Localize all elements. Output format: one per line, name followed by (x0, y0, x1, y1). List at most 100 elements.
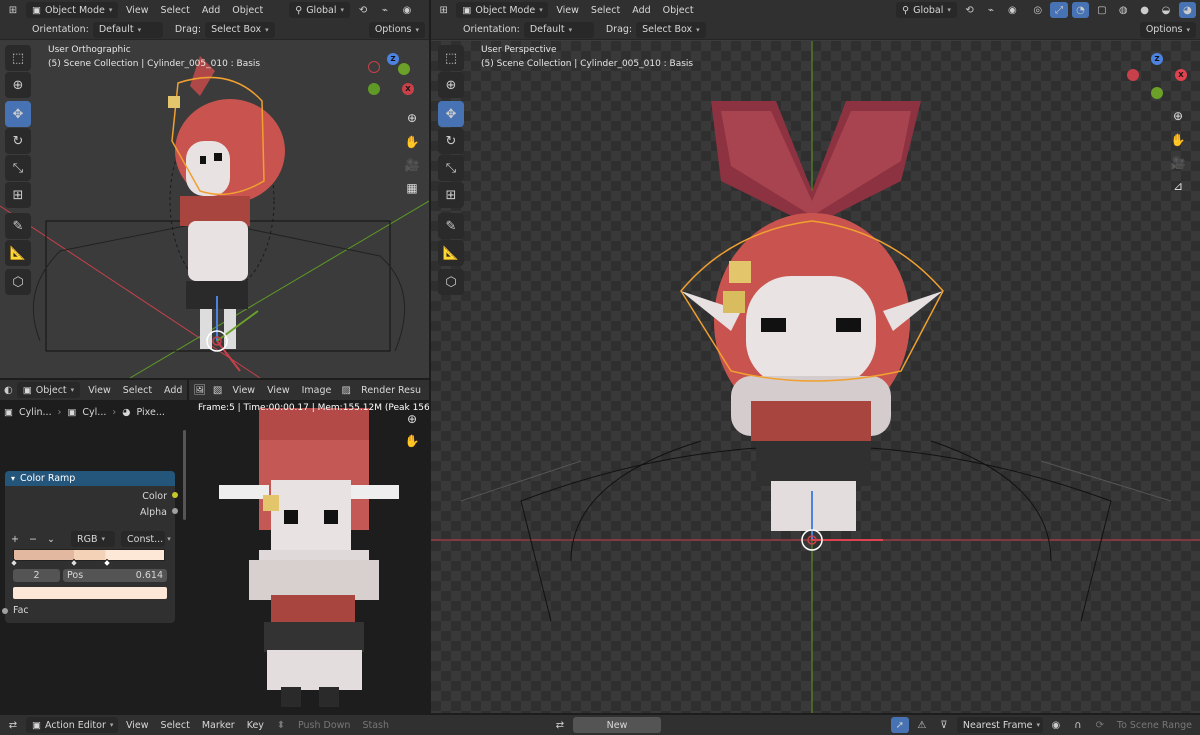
pan-hand-icon[interactable]: ✋ (401, 430, 423, 452)
solid-shading-icon[interactable]: ● (1136, 2, 1153, 18)
menu-view[interactable]: View (84, 385, 115, 396)
view-mode-icon[interactable]: ▨ (211, 382, 225, 398)
scale-tool[interactable]: ⤡ (5, 155, 31, 181)
node-editor[interactable]: ◐ ▣ Object ▾ View Select Add ▣ Cylin... › … (0, 380, 187, 713)
menu-view[interactable]: View (263, 385, 294, 396)
measure-tool[interactable]: 📐 (438, 240, 464, 266)
stop-index-field[interactable]: 2 (13, 569, 60, 582)
proportional-edit-icon[interactable]: ◉ (1004, 2, 1021, 18)
breadcrumb-object[interactable]: Cylin... (19, 407, 52, 418)
node-editor-scrollbar[interactable] (183, 430, 186, 520)
mode-dropdown[interactable]: ▣ Object Mode ▾ (456, 2, 549, 18)
color-output-socket[interactable] (172, 492, 178, 498)
image-editor[interactable]: 🖼 ▨ View View Image ▨ Render Resu Frame:… (189, 380, 429, 713)
snap-mode-dropdown[interactable]: Nearest Frame ▾ (956, 717, 1043, 733)
orientation-dropdown[interactable]: Default ▾ (523, 21, 594, 38)
menu-select[interactable]: Select (157, 720, 194, 731)
image-editor-type-icon[interactable]: 🖼 (193, 382, 207, 398)
drag-dropdown[interactable]: Select Box ▾ (205, 21, 275, 38)
rotate-tool[interactable]: ↻ (438, 128, 464, 154)
measure-tool[interactable]: 📐 (5, 240, 31, 266)
transform-tool[interactable]: ⊞ (438, 182, 464, 208)
zoom-icon[interactable]: ⊕ (1167, 105, 1189, 127)
orientation-dropdown[interactable]: Default ▾ (92, 21, 163, 38)
menu-view[interactable]: View (552, 5, 583, 16)
cursor-tool[interactable]: ⊕ (438, 72, 464, 98)
menu-image[interactable]: Image (298, 385, 336, 396)
menu-add[interactable]: Add (198, 5, 224, 16)
navigation-gizmo-x[interactable]: X (1175, 69, 1187, 81)
collapse-icon[interactable]: ▾ (11, 474, 15, 483)
add-cube-tool[interactable]: ⬡ (438, 269, 464, 295)
zoom-icon[interactable]: ⊕ (401, 408, 423, 430)
material-shading-icon[interactable]: ◒ (1157, 2, 1174, 18)
rotate-tool[interactable]: ↻ (5, 128, 31, 154)
left-viewport-canvas[interactable]: User Orthographic (5) Scene Collection |… (0, 41, 429, 378)
filter-icon[interactable]: ⊽ (935, 717, 953, 733)
perspective-toggle-icon[interactable]: ⊿ (1167, 175, 1189, 197)
editor-type-icon[interactable]: ⊞ (4, 2, 22, 18)
color-mode-dropdown[interactable]: RGB ▾ (71, 531, 115, 547)
right-viewport[interactable]: ⊞ ▣ Object Mode ▾ View Select Add Object ⚲… (431, 0, 1200, 713)
editor-mode-dropdown[interactable]: ▣ Action Editor ▾ (26, 717, 118, 733)
stop-position-field[interactable]: Pos 0.614 (63, 569, 167, 582)
shader-type-dropdown[interactable]: ▣ Object ▾ (16, 382, 81, 398)
menu-view[interactable]: View (122, 720, 153, 731)
color-ramp-bar[interactable] (13, 549, 165, 561)
dopesheet-type-icon[interactable]: ⇄ (4, 717, 22, 733)
pan-hand-icon[interactable]: ✋ (401, 131, 423, 153)
stash-button[interactable]: Stash (358, 720, 393, 731)
snap-icon[interactable]: ⌁ (982, 2, 999, 18)
proportional-edit-icon[interactable]: ◉ (398, 2, 416, 18)
proportional-edit-icon[interactable]: ◉ (1047, 717, 1065, 733)
snap-icon[interactable]: ⌁ (376, 2, 394, 18)
add-cube-tool[interactable]: ⬡ (5, 269, 31, 295)
menu-add[interactable]: Add (160, 385, 186, 396)
right-viewport-canvas[interactable]: User Perspective (5) Scene Collection | … (431, 41, 1200, 713)
camera-icon[interactable]: 🎥 (401, 154, 423, 176)
transform-orientation-dropdown[interactable]: ⚲ Global ▾ (289, 2, 351, 18)
select-box-tool[interactable]: ⬚ (5, 45, 31, 71)
remove-stop-button[interactable]: − (29, 534, 41, 545)
alpha-output-socket[interactable] (172, 508, 178, 514)
left-viewport[interactable]: ⊞ ▣ Object Mode ▾ View Select Add Object ⚲… (0, 0, 429, 378)
gizmo-toggle-icon[interactable]: ⤢ (1050, 2, 1068, 18)
falloff-icon[interactable]: ∩ (1069, 717, 1087, 733)
transform-orientation-dropdown[interactable]: ⚲ Global ▾ (896, 2, 957, 18)
rendered-shading-icon[interactable]: ◕ (1178, 2, 1197, 18)
add-stop-button[interactable]: + (11, 534, 23, 545)
transform-tool[interactable]: ⊞ (5, 182, 31, 208)
mode-dropdown[interactable]: ▣ Object Mode ▾ (26, 2, 118, 18)
menu-select[interactable]: Select (119, 385, 156, 396)
push-down-button[interactable]: Push Down (294, 720, 355, 731)
navigation-gizmo-neg-y[interactable] (368, 83, 380, 95)
zoom-icon[interactable]: ⊕ (401, 107, 423, 129)
show-errors-icon[interactable]: ⚠ (913, 717, 931, 733)
menu-object[interactable]: Object (228, 5, 267, 16)
specials-button[interactable]: ⌄ (47, 534, 59, 545)
pivot-icon[interactable]: ⟲ (354, 2, 372, 18)
node-header[interactable]: ▾ Color Ramp (5, 471, 175, 486)
to-scene-range-button[interactable]: To Scene Range (1113, 720, 1196, 731)
render-slot[interactable]: Render Resu (357, 385, 425, 396)
editor-type-icon[interactable]: ⊞ (435, 2, 452, 18)
menu-object[interactable]: Object (659, 5, 698, 16)
layer-prev-icon[interactable]: ⬍ (272, 717, 290, 733)
new-action-button[interactable]: New (573, 717, 661, 733)
menu-view-mode[interactable]: View (229, 385, 260, 396)
node-editor-type-icon[interactable]: ◐ (4, 382, 13, 398)
menu-select[interactable]: Select (157, 5, 194, 16)
cursor-tool[interactable]: ⊕ (5, 72, 31, 98)
drag-dropdown[interactable]: Select Box ▾ (636, 21, 706, 38)
color-ramp-node[interactable]: ▾ Color Ramp Color Alpha + − ⌄ RGB ▾ Cons… (5, 471, 175, 623)
navigation-gizmo-x[interactable]: X (402, 83, 414, 95)
options-dropdown[interactable]: Options ▾ (1139, 21, 1196, 38)
navigation-gizmo-neg-y[interactable] (1151, 87, 1163, 99)
scale-tool[interactable]: ⤡ (438, 155, 464, 181)
pivot-icon[interactable]: ⟲ (961, 2, 978, 18)
menu-view[interactable]: View (122, 5, 153, 16)
render-result-canvas[interactable]: Frame:5 | Time:00:00.17 | Mem:155.12M (P… (189, 400, 429, 713)
annotate-tool[interactable]: ✎ (5, 213, 31, 239)
xray-icon[interactable]: ▢ (1093, 2, 1110, 18)
menu-key[interactable]: Key (243, 720, 268, 731)
